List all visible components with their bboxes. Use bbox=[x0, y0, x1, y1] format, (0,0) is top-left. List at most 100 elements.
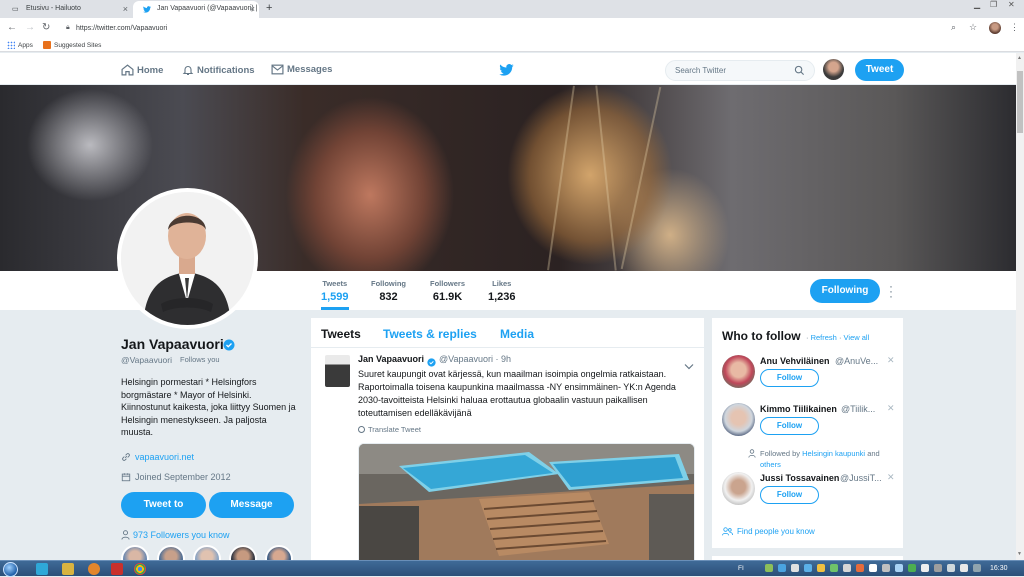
minimize-icon[interactable]: ▁ bbox=[974, 0, 980, 9]
account-avatar[interactable] bbox=[823, 59, 844, 80]
nav-messages[interactable]: Messages bbox=[271, 64, 332, 75]
view-all-link[interactable]: View all bbox=[844, 333, 870, 342]
stat-following[interactable]: Following 832 bbox=[371, 279, 406, 303]
tray-icon[interactable] bbox=[817, 564, 825, 572]
profile-handle[interactable]: @Vapaavuori bbox=[121, 355, 172, 365]
scroll-up-icon[interactable]: ▲ bbox=[1017, 55, 1022, 61]
reload-icon[interactable]: ↻ bbox=[42, 22, 50, 33]
stat-followers[interactable]: Followers 61.9K bbox=[430, 279, 465, 303]
close-tab-icon[interactable]: × bbox=[123, 4, 128, 14]
language-indicator[interactable]: FI bbox=[738, 565, 744, 572]
search-input[interactable]: Search Twitter bbox=[665, 60, 815, 81]
new-tab-button[interactable]: + bbox=[266, 2, 272, 14]
chrome-icon[interactable] bbox=[134, 563, 146, 575]
tray-icon[interactable] bbox=[921, 564, 929, 572]
followed-by-others-link[interactable]: others bbox=[760, 460, 781, 469]
restore-icon[interactable]: ❐ bbox=[990, 0, 997, 9]
tray-icon[interactable] bbox=[804, 564, 812, 572]
tab-tweets-and-replies[interactable]: Tweets & replies bbox=[383, 327, 477, 341]
search-icon[interactable] bbox=[794, 65, 805, 78]
avatar[interactable] bbox=[722, 355, 755, 388]
more-options-icon[interactable]: · · · bbox=[889, 280, 893, 302]
tab-media[interactable]: Media bbox=[500, 327, 534, 341]
nav-notifications[interactable]: Notifications bbox=[182, 64, 255, 76]
tray-icon[interactable] bbox=[882, 564, 890, 572]
bookmark-suggested-sites[interactable]: Suggested Sites bbox=[43, 41, 101, 49]
twitter-bird-icon bbox=[143, 6, 151, 13]
suggestion-handle[interactable]: @AnuVe... bbox=[835, 356, 878, 366]
scroll-down-icon[interactable]: ▼ bbox=[1017, 551, 1022, 557]
tray-icon[interactable] bbox=[830, 564, 838, 572]
media-player-icon[interactable] bbox=[88, 563, 100, 575]
tab-tweets[interactable]: Tweets bbox=[321, 327, 361, 341]
tweet-time[interactable]: 9h bbox=[501, 354, 511, 364]
follow-button[interactable]: Follow bbox=[760, 486, 819, 504]
powerpoint-icon[interactable] bbox=[111, 563, 123, 575]
tray-icon[interactable] bbox=[869, 564, 877, 572]
link-icon bbox=[122, 453, 130, 461]
stat-tweets[interactable]: Tweets 1,599 bbox=[321, 279, 349, 310]
profile-avatar[interactable] bbox=[117, 188, 258, 329]
tweet-to-button[interactable]: Tweet to bbox=[121, 492, 206, 518]
browser-profile-avatar[interactable] bbox=[989, 22, 1001, 34]
compose-tweet-button[interactable]: Tweet bbox=[855, 59, 904, 81]
suggestion-name[interactable]: Kimmo Tiilikainen bbox=[760, 404, 837, 414]
tweet-author-avatar[interactable] bbox=[325, 355, 350, 387]
suggestion-handle[interactable]: @Tiilik... bbox=[841, 404, 875, 414]
tray-icon[interactable] bbox=[843, 564, 851, 572]
refresh-link[interactable]: Refresh bbox=[811, 333, 837, 342]
who-to-follow-panel: Who to follow · Refresh · View all Anu V… bbox=[712, 318, 903, 548]
taskbar-clock[interactable]: 16:30 bbox=[990, 565, 1008, 572]
twitter-logo-icon[interactable] bbox=[499, 63, 514, 81]
followers-you-know-link[interactable]: 973 Followers you know bbox=[121, 530, 230, 540]
forward-arrow-icon[interactable]: → bbox=[25, 22, 35, 33]
scrollbar-thumb[interactable] bbox=[1017, 71, 1023, 133]
avatar[interactable] bbox=[722, 472, 755, 505]
tray-icon[interactable] bbox=[791, 564, 799, 572]
battery-icon[interactable] bbox=[960, 564, 968, 572]
tray-icon[interactable] bbox=[895, 564, 903, 572]
profile-website[interactable]: vapaavuori.net bbox=[121, 452, 194, 462]
message-button[interactable]: Message bbox=[209, 492, 294, 518]
followed-by-note: Followed by Helsingin kaupunki and other… bbox=[748, 448, 900, 470]
tray-icon[interactable] bbox=[778, 564, 786, 572]
suggestion-name[interactable]: Anu Vehviläinen bbox=[760, 356, 830, 366]
tray-icon[interactable] bbox=[908, 564, 916, 572]
translate-tweet-link[interactable]: Translate Tweet bbox=[358, 425, 421, 434]
suggestion-name[interactable]: Jussi Tossavainen bbox=[760, 473, 839, 483]
notification-icon[interactable] bbox=[973, 564, 981, 572]
followed-by-link[interactable]: Helsingin kaupunki bbox=[802, 449, 865, 458]
bookmark-apps[interactable]: Apps bbox=[7, 41, 33, 49]
zoom-icon[interactable]: ⌕ bbox=[951, 22, 956, 33]
tab-hailuoto[interactable]: ▭ Etusivu - Hailuoto × bbox=[2, 1, 132, 18]
address-bar[interactable]: 🔒︎ https://twitter.com/Vapaavuori bbox=[64, 21, 970, 36]
suggestion-handle[interactable]: @JussiT... bbox=[840, 473, 882, 483]
follow-button[interactable]: Follow bbox=[760, 369, 819, 387]
volume-icon[interactable] bbox=[947, 564, 955, 572]
follow-button[interactable]: Follow bbox=[760, 417, 819, 435]
tray-icon[interactable] bbox=[856, 564, 864, 572]
bookmark-star-icon[interactable]: ☆ bbox=[969, 22, 977, 33]
ie-icon[interactable] bbox=[36, 563, 48, 575]
network-icon[interactable] bbox=[934, 564, 942, 572]
tab-twitter-profile[interactable]: Jan Vapaavuori (@Vapaavuori) | × bbox=[133, 1, 259, 18]
dismiss-icon[interactable]: ✕ bbox=[887, 403, 895, 414]
tweet-media-image[interactable] bbox=[358, 443, 695, 576]
back-arrow-icon[interactable]: ← bbox=[7, 22, 17, 33]
find-people-link[interactable]: Find people you know bbox=[722, 527, 815, 536]
tweet-author-handle[interactable]: @Vapaavuori · 9h bbox=[439, 354, 511, 364]
close-window-icon[interactable]: ✕ bbox=[1008, 0, 1015, 9]
menu-kebab-icon[interactable]: ⋮ bbox=[1010, 22, 1019, 33]
following-button[interactable]: Following bbox=[810, 279, 880, 303]
file-explorer-icon[interactable] bbox=[62, 563, 74, 575]
tweet-author-name[interactable]: Jan Vapaavuori bbox=[358, 354, 424, 364]
dismiss-icon[interactable]: ✕ bbox=[887, 355, 895, 366]
page-scrollbar[interactable]: ▲ ▼ bbox=[1016, 53, 1024, 560]
stat-likes[interactable]: Likes 1,236 bbox=[488, 279, 516, 303]
close-tab-icon[interactable]: × bbox=[250, 4, 255, 14]
avatar[interactable] bbox=[722, 403, 755, 436]
nav-home[interactable]: Home bbox=[121, 64, 163, 76]
tray-icon[interactable] bbox=[765, 564, 773, 572]
start-button[interactable] bbox=[3, 562, 18, 577]
dismiss-icon[interactable]: ✕ bbox=[887, 472, 895, 483]
